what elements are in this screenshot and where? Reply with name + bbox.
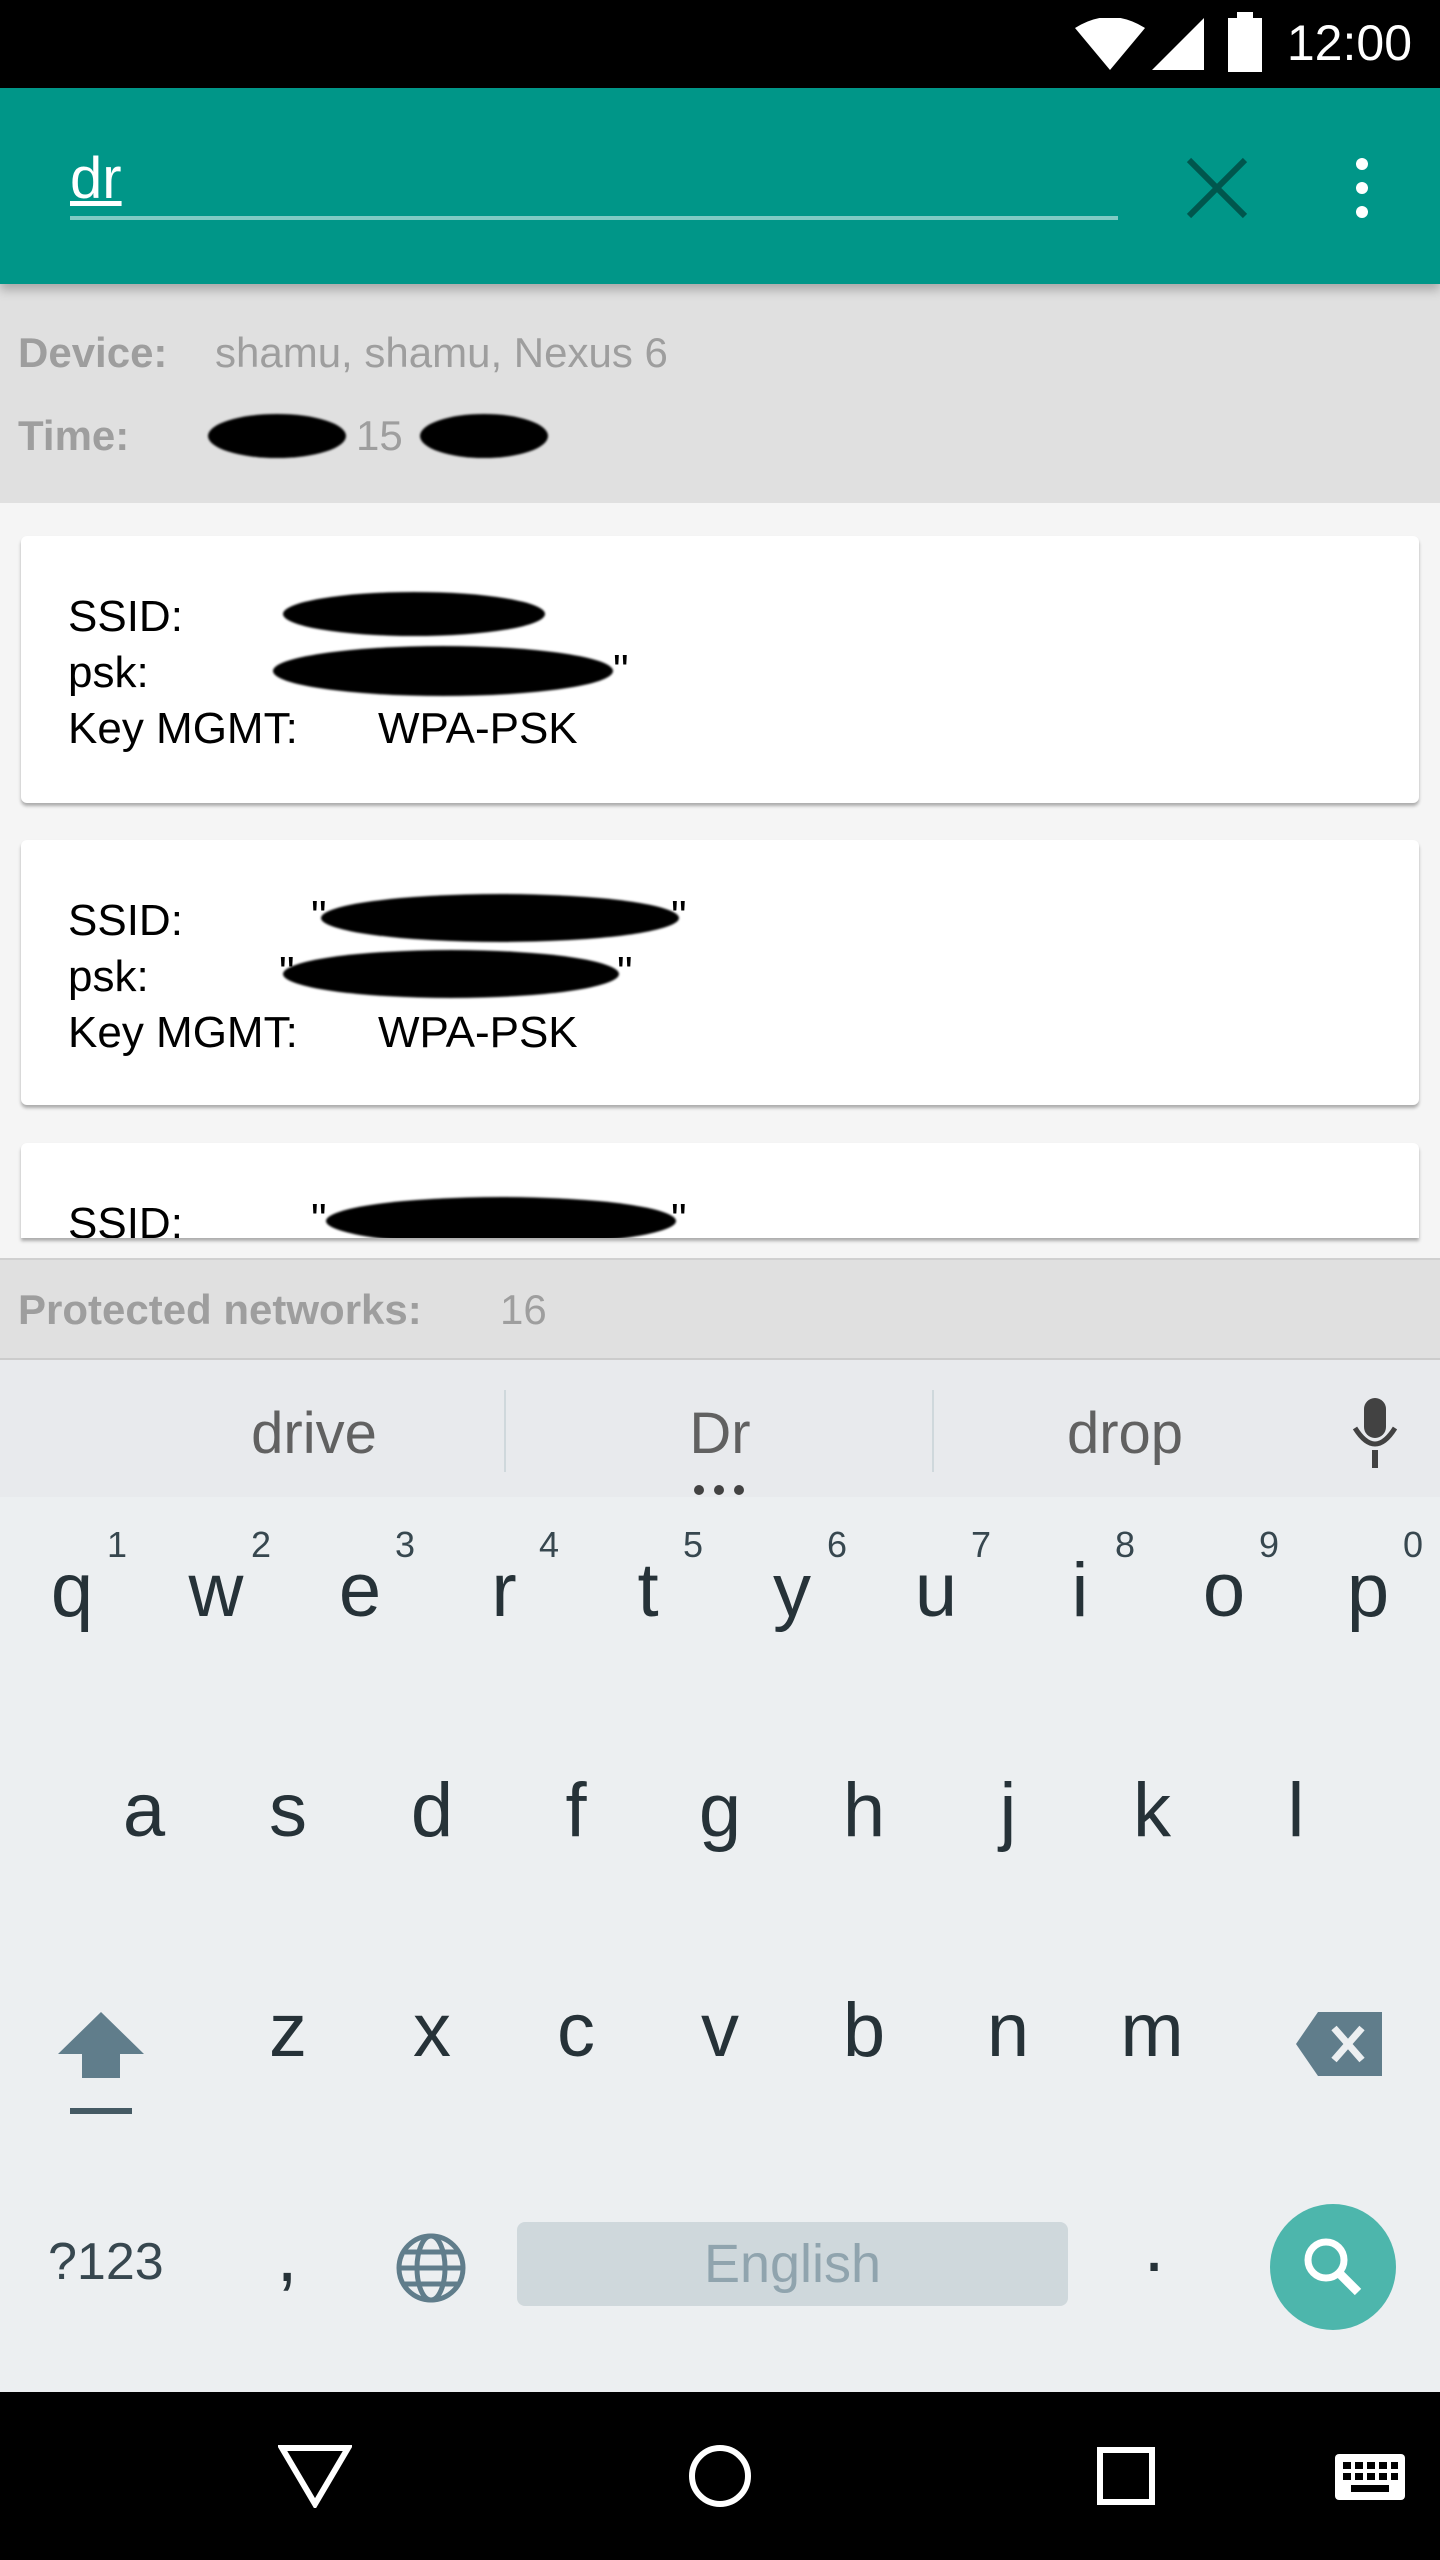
psk-label: psk: — [68, 952, 149, 1001]
quote: " — [671, 892, 687, 941]
backspace-icon[interactable] — [1296, 2012, 1382, 2076]
key-n[interactable]: n — [936, 1987, 1080, 2074]
suggestion[interactable]: drop — [975, 1400, 1275, 1467]
key-z[interactable]: z — [216, 1987, 360, 2074]
device-value: shamu, shamu, Nexus 6 — [215, 329, 668, 376]
key-v[interactable]: v — [648, 1987, 792, 2074]
suggestion-strip: drive Dr drop — [0, 1358, 1440, 1497]
ssid-label: SSID: — [68, 896, 183, 945]
battery-icon — [1228, 12, 1262, 72]
comma-key[interactable]: , — [215, 2212, 359, 2299]
key-g[interactable]: g — [648, 1767, 792, 1854]
period-key[interactable]: . — [1082, 2202, 1226, 2289]
protected-networks-count: 16 — [500, 1286, 547, 1333]
quote: " — [617, 948, 633, 997]
key-c[interactable]: c — [504, 1987, 648, 2074]
navigation-bar — [0, 2392, 1440, 2560]
key-s[interactable]: s — [216, 1767, 360, 1854]
key-hint-number: 1 — [107, 1524, 128, 1565]
key-mgmt-label: Key MGMT: — [68, 1008, 298, 1057]
key-hint-number: 3 — [395, 1524, 416, 1565]
redaction — [326, 1197, 676, 1238]
suggestion[interactable]: Dr — [570, 1400, 870, 1467]
clock: 12:00 — [1286, 15, 1412, 71]
key-mgmt-label: Key MGMT: — [68, 704, 298, 753]
redaction — [321, 894, 679, 942]
key-m[interactable]: m — [1080, 1987, 1224, 2074]
key-j[interactable]: j — [936, 1767, 1080, 1854]
signal-icon — [1152, 18, 1204, 70]
recents-icon[interactable] — [1097, 2447, 1155, 2505]
divider — [932, 1390, 934, 1472]
key-b[interactable]: b — [792, 1987, 936, 2074]
key-x[interactable]: x — [360, 1987, 504, 2074]
redaction — [208, 414, 346, 458]
redaction — [283, 592, 545, 636]
key-k[interactable]: k — [1080, 1767, 1224, 1854]
more-suggestions-icon[interactable] — [692, 1484, 746, 1496]
more-vert-icon[interactable] — [1350, 156, 1374, 220]
key-h[interactable]: h — [792, 1767, 936, 1854]
keyboard: ?123 , English . q1w2e3r4t5y6u7i8o9p0asd… — [0, 1497, 1440, 2392]
network-card[interactable]: SSID: " " — [21, 1143, 1419, 1238]
network-card[interactable]: SSID: " " psk: " " Key MGMT: WPA-PSK — [21, 840, 1419, 1105]
microphone-icon[interactable] — [1350, 1398, 1400, 1468]
quote: " — [671, 1195, 687, 1238]
wifi-icon — [1075, 18, 1145, 70]
search-key[interactable] — [1270, 2204, 1396, 2330]
key-hint-number: 6 — [827, 1524, 848, 1565]
close-icon[interactable] — [1185, 156, 1249, 220]
search-icon — [1304, 2238, 1362, 2296]
ssid-label: SSID: — [68, 1199, 183, 1238]
network-card[interactable]: SSID: psk: " Key MGMT: WPA-PSK — [21, 536, 1419, 803]
footer-summary: Protected networks: 16 — [0, 1258, 1440, 1358]
device-label: Device: — [18, 329, 168, 376]
redaction — [283, 950, 619, 998]
home-icon[interactable] — [688, 2444, 752, 2508]
key-hint-number: 4 — [539, 1524, 560, 1565]
redaction — [420, 414, 548, 458]
key-hint-number: 8 — [1115, 1524, 1136, 1565]
status-bar: 12:00 — [0, 0, 1440, 88]
key-hint-number: 7 — [971, 1524, 992, 1565]
key-mgmt-value: WPA-PSK — [378, 704, 578, 753]
time-value: 15 — [356, 412, 403, 459]
redaction — [273, 646, 613, 696]
symbols-key[interactable]: ?123 — [48, 2232, 164, 2292]
keyboard-switch-icon[interactable] — [1335, 2454, 1405, 2500]
key-mgmt-value: WPA-PSK — [378, 1008, 578, 1057]
key-d[interactable]: d — [360, 1767, 504, 1854]
back-icon[interactable] — [278, 2444, 352, 2508]
key-l[interactable]: l — [1224, 1767, 1368, 1854]
divider — [504, 1390, 506, 1472]
suggestion[interactable]: drive — [164, 1400, 464, 1467]
time-label: Time: — [18, 412, 130, 459]
ssid-label: SSID: — [68, 592, 183, 641]
globe-icon[interactable] — [395, 2232, 467, 2304]
key-hint-number: 0 — [1403, 1524, 1424, 1565]
psk-label: psk: — [68, 648, 149, 697]
shift-icon[interactable] — [58, 2012, 144, 2122]
key-hint-number: 2 — [251, 1524, 272, 1565]
key-a[interactable]: a — [72, 1767, 216, 1854]
device-info: Device: shamu, shamu, Nexus 6 Time: 15 — [0, 284, 1440, 503]
search-input[interactable] — [70, 140, 1118, 220]
quote: " — [311, 1195, 327, 1238]
quote: " — [613, 646, 629, 695]
key-hint-number: 9 — [1259, 1524, 1280, 1565]
protected-networks-label: Protected networks: — [18, 1286, 422, 1333]
space-bar[interactable]: English — [517, 2222, 1068, 2306]
key-hint-number: 5 — [683, 1524, 704, 1565]
key-f[interactable]: f — [504, 1767, 648, 1854]
search-toolbar — [0, 88, 1440, 284]
